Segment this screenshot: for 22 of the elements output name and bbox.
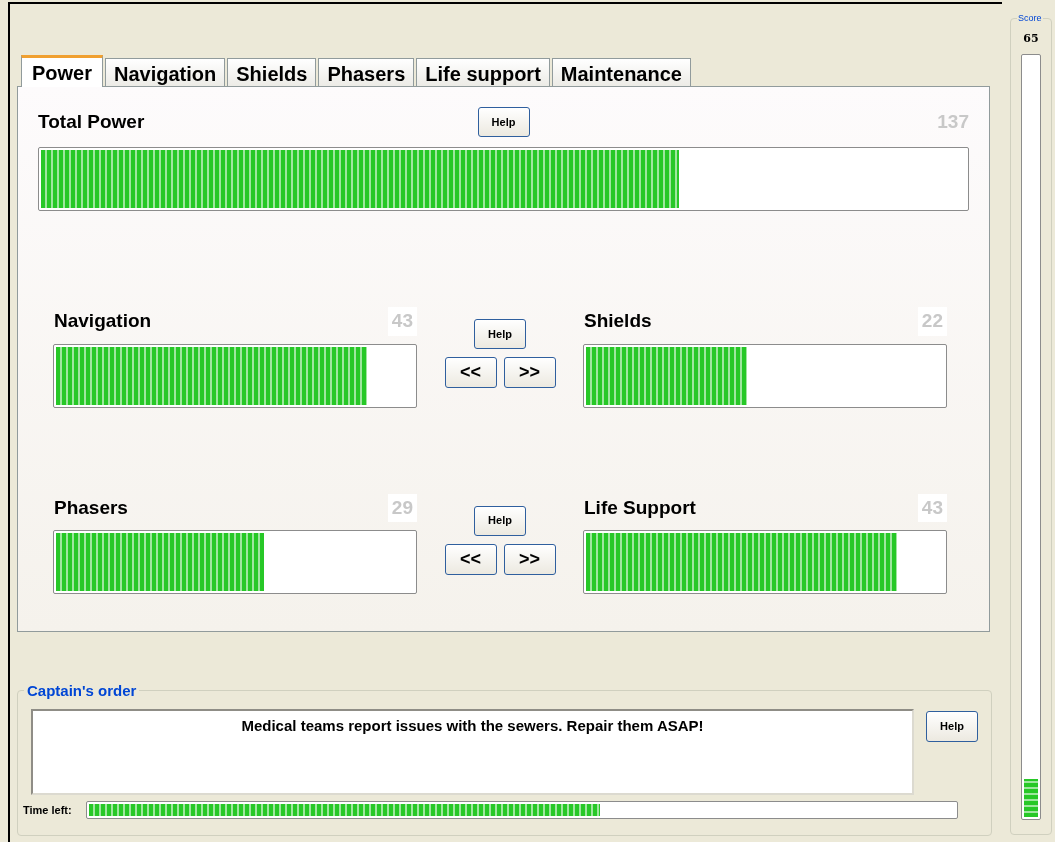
- tab[interactable]: Life support: [416, 58, 550, 86]
- subsystem-title: Shields: [584, 309, 652, 333]
- order-message: Medical teams report issues with the sewers. Repair them ASAP!: [241, 716, 704, 736]
- help-button[interactable]: Help: [474, 505, 526, 536]
- subsystem-title: Life Support: [584, 495, 696, 520]
- help-button[interactable]: Help: [926, 711, 978, 742]
- help-button[interactable]: Help: [477, 107, 530, 137]
- help-button[interactable]: Help: [474, 319, 526, 349]
- tab[interactable]: Navigation: [105, 58, 226, 86]
- tab[interactable]: Maintenance: [551, 58, 691, 86]
- tab[interactable]: Shields: [227, 58, 317, 86]
- move-right-button[interactable]: >>: [503, 357, 556, 388]
- tab[interactable]: Power: [21, 55, 104, 87]
- move-left-button[interactable]: <<: [444, 543, 497, 575]
- score-value: 65: [1023, 31, 1039, 47]
- total-power-title: Total Power: [38, 109, 146, 134]
- subsystem-title: Phasers: [54, 495, 128, 520]
- time-left-label: Time left:: [23, 802, 72, 818]
- tab[interactable]: Phasers: [318, 58, 415, 86]
- subsystem-title: Navigation: [54, 309, 152, 333]
- move-right-button[interactable]: >>: [503, 543, 556, 575]
- move-left-button[interactable]: <<: [444, 357, 497, 388]
